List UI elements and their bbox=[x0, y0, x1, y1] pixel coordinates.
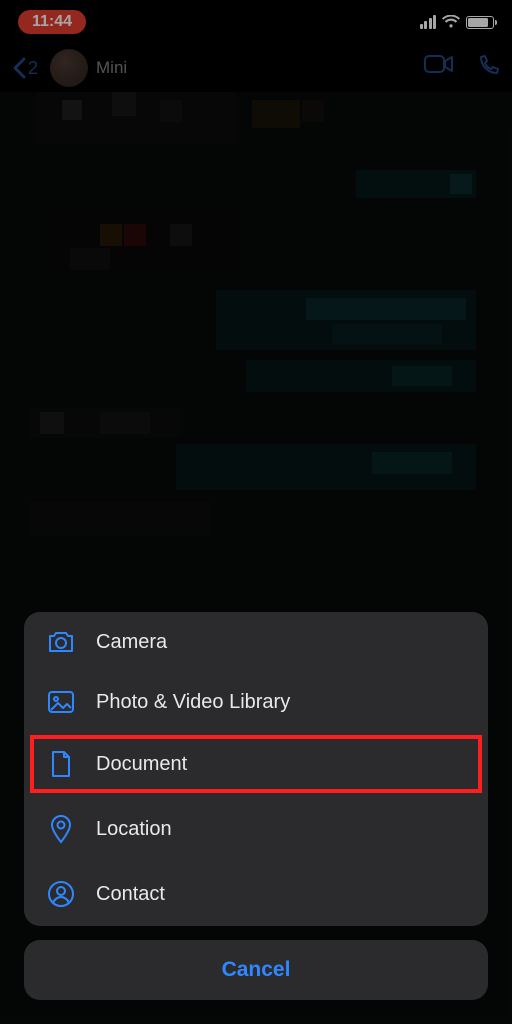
sheet-item-camera[interactable]: Camera bbox=[24, 612, 488, 672]
action-sheet-panel: Camera Photo & Video Library Document Lo… bbox=[24, 612, 488, 926]
sheet-item-label: Document bbox=[96, 753, 187, 776]
camera-icon bbox=[46, 630, 76, 654]
sheet-item-document[interactable]: Document bbox=[24, 732, 488, 796]
sheet-item-photo-library[interactable]: Photo & Video Library bbox=[24, 672, 488, 732]
document-icon bbox=[46, 750, 76, 778]
sheet-item-label: Location bbox=[96, 818, 172, 841]
sheet-item-location[interactable]: Location bbox=[24, 796, 488, 862]
location-pin-icon bbox=[46, 814, 76, 844]
attachment-action-sheet: Camera Photo & Video Library Document Lo… bbox=[24, 612, 488, 1000]
sheet-item-label: Contact bbox=[96, 883, 165, 906]
sheet-item-label: Photo & Video Library bbox=[96, 691, 290, 714]
contact-person-icon bbox=[46, 880, 76, 908]
sheet-item-label: Camera bbox=[96, 631, 167, 654]
photo-library-icon bbox=[46, 690, 76, 714]
sheet-item-contact[interactable]: Contact bbox=[24, 862, 488, 926]
cancel-button[interactable]: Cancel bbox=[24, 940, 488, 1000]
